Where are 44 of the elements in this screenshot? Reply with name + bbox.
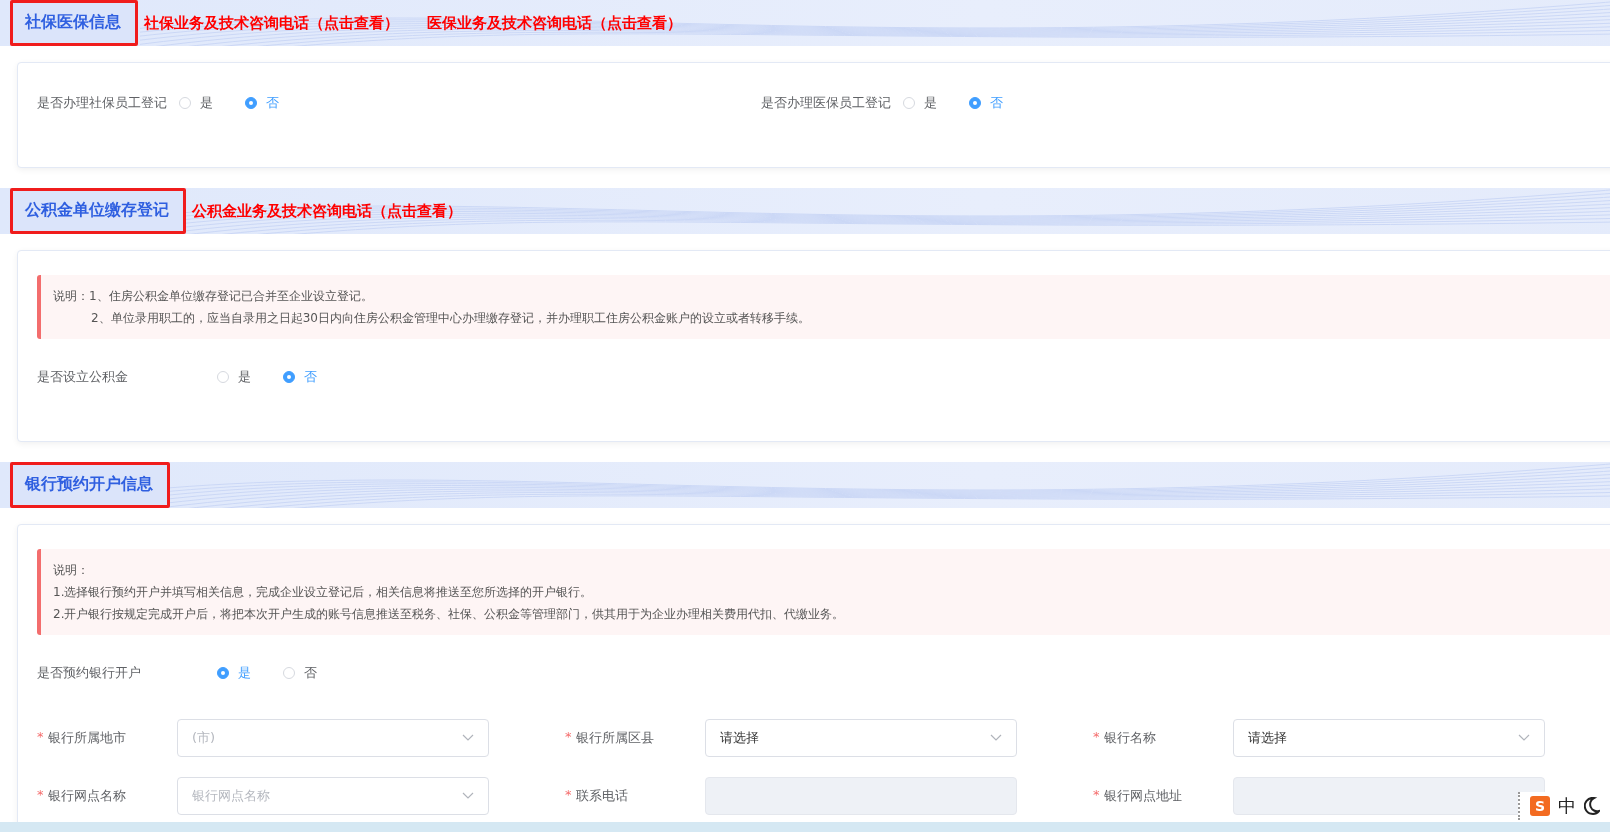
section-title: 银行预约开户信息 — [10, 462, 170, 508]
radio-button[interactable] — [245, 97, 257, 109]
section-title: 社保医保信息 — [10, 0, 138, 46]
moon-icon[interactable] — [1584, 797, 1600, 815]
notice-text: 1.选择银行预约开户并填写相关信息，完成企业设立登记后，相关信息将推送至您所选择的开户银行。 — [53, 584, 594, 601]
question-label: 是否预约银行开户 — [37, 664, 142, 682]
radio-button[interactable] — [283, 371, 295, 383]
select-field[interactable]: 银行网点名称 — [177, 777, 489, 815]
section-title: 公积金单位缴存登记 — [10, 188, 186, 234]
radio-button[interactable] — [217, 667, 229, 679]
hotline-link[interactable]: 医保业务及技术咨询电话（点击查看） — [427, 13, 682, 33]
radio-option[interactable]: 否 — [283, 368, 317, 386]
radio-option[interactable]: 是 — [903, 94, 937, 112]
radio-option[interactable]: 否 — [283, 664, 317, 682]
question-label: 是否办理社保员工登记 — [37, 94, 167, 112]
notice-text: 说明：1、住房公积金单位缴存登记已合并至企业设立登记。 — [53, 288, 374, 305]
notice-text: 说明： — [53, 562, 90, 579]
radio-option[interactable]: 否 — [969, 94, 1003, 112]
radio-button[interactable] — [969, 97, 981, 109]
field-label: * 银行网点名称 — [37, 787, 127, 805]
radio-option[interactable]: 是 — [217, 664, 251, 682]
notice-text: 2.开户银行按规定完成开户后，将把本次开户生成的账号信息推送至税务、社保、公积金等管理部门，供其用于为企业办理相关费用代扣、代缴业务。 — [53, 606, 846, 623]
chevron-down-icon — [1518, 734, 1530, 742]
radio-option[interactable]: 是 — [217, 368, 251, 386]
select-field[interactable]: (市) — [177, 719, 489, 757]
ime-logo[interactable]: S — [1530, 796, 1550, 816]
field-label: * 银行所属区县 — [565, 729, 655, 747]
field-label: * 银行网点地址 — [1093, 787, 1183, 805]
field-label: * 银行名称 — [1093, 729, 1157, 747]
question-label: 是否设立公积金 — [37, 368, 129, 386]
ime-mode[interactable]: 中 — [1558, 794, 1576, 818]
chevron-down-icon — [462, 734, 474, 742]
question-label: 是否办理医保员工登记 — [761, 94, 891, 112]
notice-text: 2、单位录用职工的，应当自录用之日起30日内向住房公积金管理中心办理缴存登记，并办理职工住房公积金账户的设立或者转移手续。 — [90, 310, 811, 327]
hotline-link[interactable]: 公积金业务及技术咨询电话（点击查看） — [192, 201, 462, 221]
chevron-down-icon — [462, 792, 474, 800]
radio-option[interactable]: 是 — [179, 94, 213, 112]
select-field[interactable]: 请选择 — [1233, 719, 1545, 757]
hotline-link[interactable]: 社保业务及技术咨询电话（点击查看） — [144, 13, 399, 33]
chevron-down-icon — [990, 734, 1002, 742]
field-label: * 联系电话 — [565, 787, 629, 805]
radio-option[interactable]: 否 — [245, 94, 279, 112]
select-field[interactable]: 请选择 — [705, 719, 1017, 757]
field-label: * 银行所属地市 — [37, 729, 127, 747]
